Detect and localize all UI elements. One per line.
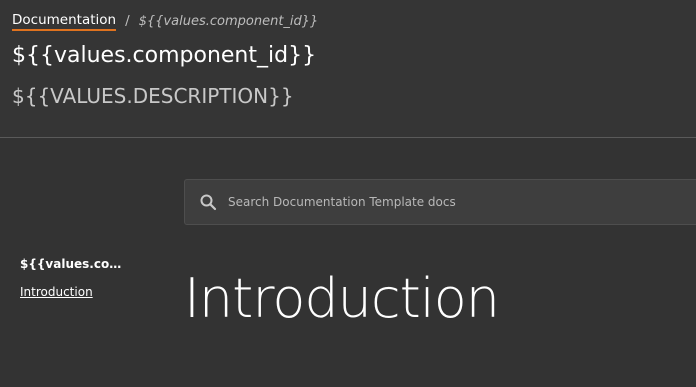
search-icon (199, 193, 217, 211)
breadcrumb-current: ${{values.component_id}} (138, 13, 319, 29)
search-input[interactable] (228, 195, 668, 209)
sidebar-item-introduction[interactable]: Introduction (20, 285, 93, 299)
page-header: Documentation / ${{values.component_id}}… (0, 0, 696, 138)
sidebar-heading: ${{values.component_id}} (20, 257, 130, 271)
breadcrumb-documentation-link[interactable]: Documentation (12, 12, 117, 31)
main-content: ${{values.component_id}} Introduction In… (0, 139, 696, 387)
breadcrumb-separator: / (125, 13, 130, 29)
page-subtitle: ${{VALUES.DESCRIPTION}} (12, 84, 294, 108)
breadcrumb: Documentation / ${{values.component_id}} (12, 10, 318, 32)
page-title: ${{values.component_id}} (12, 43, 317, 68)
search-bar[interactable] (184, 179, 696, 225)
sidebar-nav: ${{values.component_id}} Introduction (20, 257, 170, 300)
content-heading: Introduction (184, 267, 500, 330)
